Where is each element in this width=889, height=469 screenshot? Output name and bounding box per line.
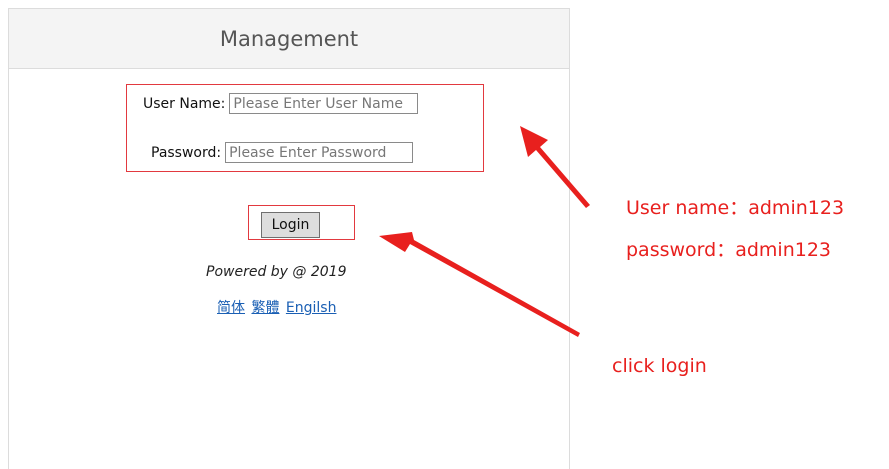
password-annotation: password：admin123 (626, 239, 832, 261)
arrow-to-login-icon (379, 232, 580, 337)
arrow-to-credentials-icon (520, 126, 590, 208)
login-annotation: click login (612, 355, 707, 377)
username-annotation: User name：admin123 (626, 197, 845, 219)
login-page: Management User Name: Password: Login Po… (0, 0, 889, 469)
